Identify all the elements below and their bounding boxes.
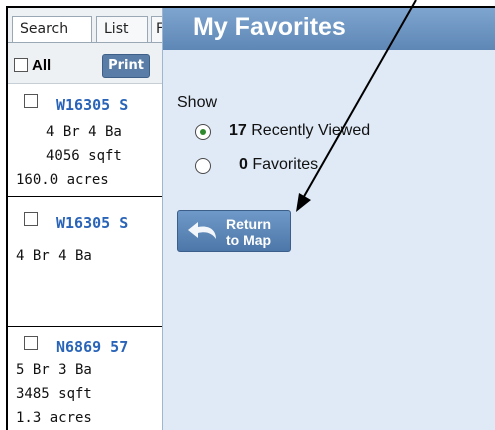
recently-viewed-radio[interactable] [195,124,211,140]
listing-divider [8,326,162,327]
recently-viewed-label: Recently Viewed [251,122,371,139]
favorites-radio[interactable] [195,158,211,174]
print-button[interactable]: Print [102,54,150,78]
listing-address-link[interactable]: N6869 57 [56,338,128,356]
recently-viewed-count: 17 [229,122,247,139]
return-arrow-icon [188,222,216,239]
list-item[interactable]: W16305 S 4 Br 4 Ba 4056 sqft 160.0 acres [8,86,162,204]
listing-sqft: 3485 sqft [16,386,92,402]
tab-bar: Search List F [8,8,171,43]
page-title: My Favorites [193,13,346,41]
favorites-panel: My Favorites Show 17 Recently Viewed 0 F… [162,8,495,430]
show-label: Show [177,94,218,111]
return-button-line1: Return [226,216,272,232]
tab-list[interactable]: List [96,16,148,42]
app-frame: Search List F All Print W16305 S 4 Br 4 … [6,6,495,430]
listing-address-link[interactable]: W16305 S [56,214,128,232]
favorites-label: Favorites [252,156,319,173]
listing-panel: Search List F All Print W16305 S 4 Br 4 … [8,8,171,430]
favorites-header: My Favorites [163,8,495,50]
listing-acres: 160.0 acres [16,172,109,188]
select-all-label: All [32,57,52,74]
listing-acres: 1.3 acres [16,410,92,426]
listing-checkbox[interactable] [24,336,38,350]
listing-sqft: 4056 sqft [46,148,122,164]
listing-beds-baths: 5 Br 3 Ba [16,362,92,378]
listing-beds-baths: 4 Br 4 Ba [16,248,92,264]
listing-checkbox[interactable] [24,94,38,108]
return-to-map-button[interactable]: Return to Map [177,210,291,252]
listing-checkbox[interactable] [24,212,38,226]
select-all-checkbox[interactable] [14,58,28,72]
favorites-count: 0 [239,156,248,173]
recently-viewed-option[interactable]: 17 Recently Viewed [229,122,370,140]
favorites-option[interactable]: 0 Favorites [239,156,318,174]
list-toolbar: All Print [8,43,162,84]
return-button-line2: to Map [226,232,272,248]
radio-selected-dot [200,129,206,135]
listing-address-link[interactable]: W16305 S [56,96,128,114]
list-item[interactable]: W16305 S 4 Br 4 Ba [8,204,162,324]
listing-beds-baths: 4 Br 4 Ba [46,124,122,140]
listing-divider [8,196,162,197]
list-item[interactable]: N6869 57 5 Br 3 Ba 3485 sqft 1.3 acres [8,328,162,430]
tab-search[interactable]: Search [12,16,92,42]
